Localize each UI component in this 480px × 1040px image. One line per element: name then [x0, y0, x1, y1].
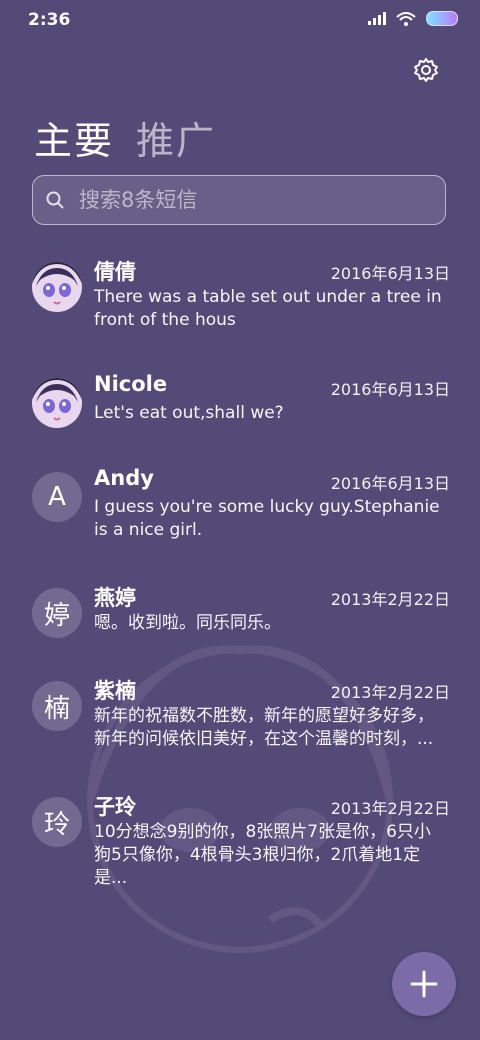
new-message-button[interactable] [392, 952, 456, 1016]
message-preview: 新年的祝福数不胜数，新年的愿望好多好多，新年的问候依旧美好，在这个温馨的时刻，.… [94, 706, 434, 749]
message-date: 2013年2月22日 [330, 683, 450, 702]
avatar: 楠 [32, 681, 82, 731]
status-bar: 2:36 [0, 0, 480, 40]
avatar: 婷 [32, 588, 82, 638]
status-icons [368, 11, 458, 26]
avatar: 玲 [32, 797, 82, 847]
message-date: 2016年6月13日 [330, 380, 450, 399]
anime-avatar-image [32, 378, 82, 428]
message-preview: I guess you're some lucky guy.Stephanie … [94, 497, 440, 540]
battery-icon [426, 11, 458, 26]
avatar [32, 262, 82, 312]
avatar: A [32, 472, 82, 522]
tab-bar: 主要 推广 [34, 110, 216, 165]
message-date: 2016年6月13日 [330, 264, 450, 283]
message-preview: There was a table set out under a tree i… [94, 287, 442, 330]
plus-icon [410, 970, 438, 998]
search-icon [46, 191, 64, 209]
tab-primary[interactable]: 主要 [34, 110, 114, 165]
contact-name: Andy [94, 466, 154, 490]
message-date: 2016年6月13日 [330, 474, 450, 493]
message-date: 2013年2月22日 [330, 799, 450, 818]
contact-name: Nicole [94, 372, 168, 396]
message-date: 2013年2月22日 [330, 590, 450, 609]
signal-icon [368, 12, 386, 25]
anime-avatar-image [32, 262, 82, 312]
status-time: 2:36 [28, 10, 71, 30]
contact-name: 子玲 [94, 795, 136, 819]
gear-icon[interactable] [412, 56, 440, 84]
message-preview: 10分想念9别的你，8张照片7张是你，6只小狗5只像你，4根骨头3根归你，2爪着… [94, 822, 431, 888]
tab-promotions[interactable]: 推广 [136, 110, 216, 165]
contact-name: 燕婷 [94, 586, 136, 610]
message-preview: Let's eat out,shall we? [94, 403, 284, 423]
contact-name: 倩倩 [94, 260, 136, 284]
contact-name: 紫楠 [94, 679, 136, 703]
avatar [32, 378, 82, 428]
search-input[interactable] [77, 187, 401, 213]
search-bar[interactable] [32, 175, 446, 225]
message-preview: 嗯。收到啦。同乐同乐。 [94, 613, 281, 633]
wifi-icon [396, 11, 416, 26]
